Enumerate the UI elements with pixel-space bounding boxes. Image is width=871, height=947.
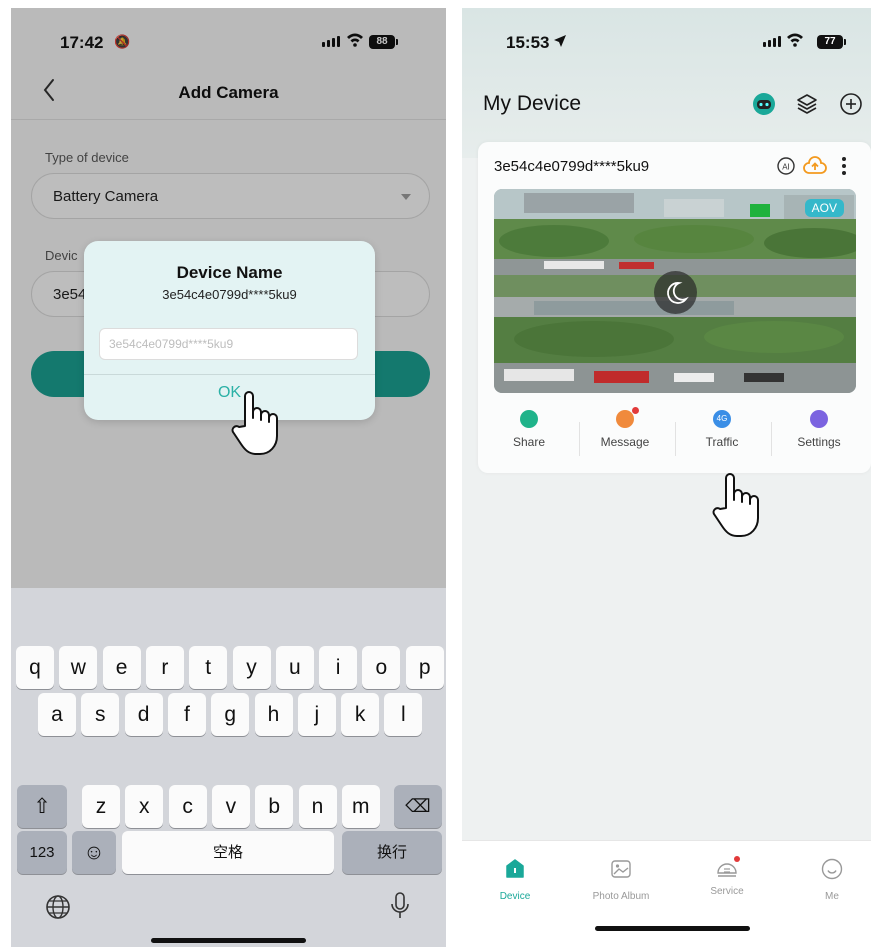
key-n[interactable]: n bbox=[298, 785, 337, 828]
device-name-input[interactable]: 3e54c4e0799d****5ku9 bbox=[99, 328, 358, 360]
wifi-icon bbox=[787, 33, 803, 47]
traffic-action[interactable]: 4G Traffic bbox=[674, 404, 770, 449]
my-device-screen: 15:53 77 My Device 3e54c4e0799d****5ku9 … bbox=[462, 8, 871, 947]
moon-icon bbox=[667, 282, 689, 304]
photo-album-icon bbox=[611, 860, 631, 878]
4g-icon: 4G bbox=[713, 410, 731, 428]
key-b[interactable]: b bbox=[255, 785, 294, 828]
key-v[interactable]: v bbox=[211, 785, 250, 828]
tap-hand-icon bbox=[231, 391, 278, 455]
microphone-icon[interactable] bbox=[389, 890, 411, 922]
bottom-tab-bar: Device Photo Album Service Me bbox=[462, 840, 871, 947]
key-s[interactable]: s bbox=[81, 693, 120, 736]
key-a[interactable]: a bbox=[38, 693, 76, 736]
numbers-key[interactable]: 123 bbox=[17, 831, 67, 874]
key-m[interactable]: m bbox=[341, 785, 380, 828]
key-y[interactable]: y bbox=[232, 646, 271, 689]
night-mode-button[interactable] bbox=[654, 271, 697, 314]
key-e[interactable]: e bbox=[102, 646, 141, 689]
settings-action[interactable]: Settings bbox=[771, 404, 867, 449]
key-u[interactable]: u bbox=[275, 646, 314, 689]
tab-me-label: Me bbox=[825, 891, 839, 902]
message-icon bbox=[616, 407, 639, 428]
signal-icon bbox=[763, 36, 781, 47]
tab-device-label: Device bbox=[499, 891, 531, 902]
key-h[interactable]: h bbox=[254, 693, 293, 736]
share-label: Share bbox=[512, 435, 546, 449]
me-icon bbox=[821, 858, 843, 880]
ai-icon[interactable]: AI bbox=[776, 156, 796, 176]
key-o[interactable]: o bbox=[362, 646, 401, 689]
keyboard: qwertyuiop asdfghjkl zxcvbnm ⇧ ⌫ 123 ☺ 空… bbox=[11, 588, 446, 947]
device-actions: Share Message 4G Traffic Settings bbox=[478, 404, 871, 464]
page-title: My Device bbox=[483, 92, 582, 115]
key-d[interactable]: d bbox=[124, 693, 163, 736]
dialog-title: Device Name bbox=[176, 263, 283, 282]
emoji-key[interactable]: ☺ bbox=[72, 831, 116, 874]
home-indicator bbox=[151, 938, 306, 943]
layers-icon[interactable] bbox=[795, 92, 819, 116]
tab-device[interactable]: Device bbox=[475, 857, 555, 902]
key-i[interactable]: i bbox=[319, 646, 358, 689]
globe-icon[interactable] bbox=[44, 893, 72, 921]
tab-service[interactable]: Service bbox=[687, 856, 767, 897]
tap-hand-icon bbox=[712, 473, 759, 537]
add-circle-icon[interactable] bbox=[839, 92, 863, 116]
key-g[interactable]: g bbox=[211, 693, 250, 736]
settings-label: Settings bbox=[797, 435, 841, 449]
more-options-icon[interactable] bbox=[840, 156, 848, 176]
location-arrow-icon bbox=[554, 35, 566, 47]
device-name: 3e54c4e0799d****5ku9 bbox=[494, 158, 650, 175]
message-action[interactable]: Message bbox=[577, 404, 673, 449]
dialog-divider bbox=[84, 374, 375, 375]
header-background bbox=[462, 8, 871, 158]
key-z[interactable]: z bbox=[82, 785, 120, 828]
settings-icon bbox=[810, 410, 828, 428]
key-t[interactable]: t bbox=[189, 646, 228, 689]
unread-dot bbox=[632, 407, 639, 414]
camera-preview[interactable]: AOV bbox=[494, 189, 856, 393]
device-icon bbox=[506, 859, 524, 878]
return-key[interactable]: 换行 bbox=[342, 831, 442, 874]
key-q[interactable]: q bbox=[16, 646, 54, 689]
traffic-label: Traffic bbox=[705, 435, 739, 449]
add-camera-screen: 17:42 🔕 88 Add Camera Type of device Bat… bbox=[11, 8, 446, 947]
key-p[interactable]: p bbox=[405, 646, 444, 689]
device-card[interactable]: 3e54c4e0799d****5ku9 AI AOV Share Messag… bbox=[478, 142, 871, 473]
key-c[interactable]: c bbox=[168, 785, 207, 828]
cloud-upload-icon[interactable] bbox=[803, 155, 827, 177]
key-k[interactable]: k bbox=[341, 693, 380, 736]
message-label: Message bbox=[600, 435, 650, 449]
key-l[interactable]: l bbox=[384, 693, 423, 736]
tab-photo-album[interactable]: Photo Album bbox=[581, 857, 661, 902]
share-icon bbox=[520, 410, 538, 428]
robot-assistant-icon[interactable] bbox=[752, 92, 776, 116]
backspace-key[interactable]: ⌫ bbox=[394, 785, 442, 828]
shift-key[interactable]: ⇧ bbox=[17, 785, 67, 828]
tab-photo-album-label: Photo Album bbox=[592, 891, 650, 902]
key-w[interactable]: w bbox=[59, 646, 98, 689]
share-action[interactable]: Share bbox=[481, 404, 577, 449]
signal-status-indicator bbox=[750, 204, 770, 217]
home-indicator bbox=[595, 926, 750, 931]
tab-service-label: Service bbox=[710, 886, 744, 897]
tab-me[interactable]: Me bbox=[792, 857, 871, 902]
key-f[interactable]: f bbox=[167, 693, 206, 736]
dialog-subtitle: 3e54c4e0799d****5ku9 bbox=[162, 287, 297, 302]
key-j[interactable]: j bbox=[297, 693, 336, 736]
service-unread-dot bbox=[734, 856, 740, 862]
space-key[interactable]: 空格 bbox=[122, 831, 334, 874]
status-time: 15:53 bbox=[506, 33, 550, 52]
aov-badge: AOV bbox=[804, 199, 844, 217]
svg-text:AI: AI bbox=[782, 163, 790, 172]
key-r[interactable]: r bbox=[145, 646, 184, 689]
battery-icon: 77 bbox=[817, 35, 846, 49]
key-x[interactable]: x bbox=[125, 785, 164, 828]
